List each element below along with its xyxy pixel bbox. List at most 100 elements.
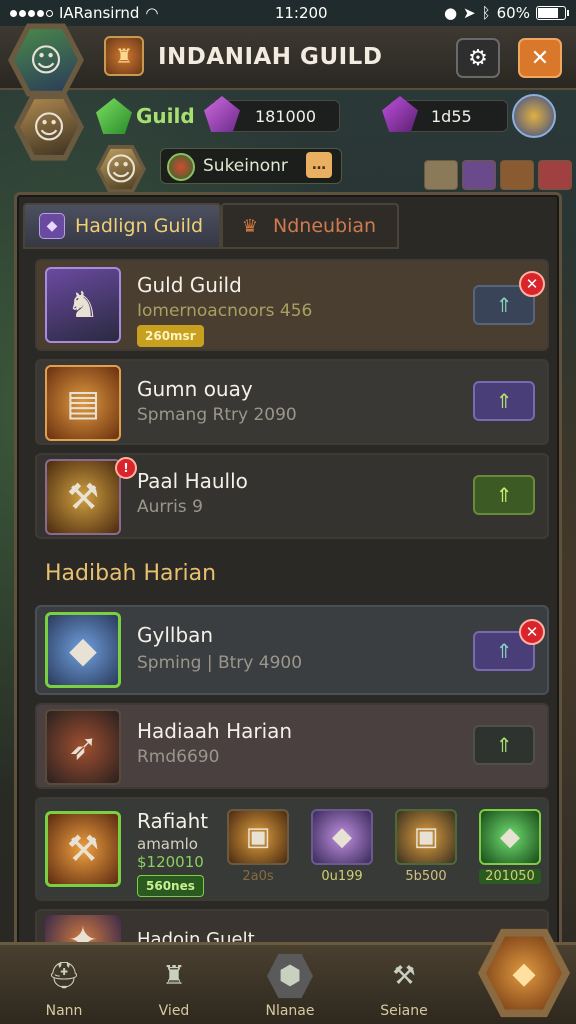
arrow-up-icon: ⇑ xyxy=(495,483,513,507)
close-icon: ✕ xyxy=(525,623,539,641)
reward-item-value: 2a0s xyxy=(242,869,274,884)
chip-label: Sukeinonr xyxy=(203,156,288,176)
nav-item-vied[interactable]: ♜ Vied xyxy=(134,953,214,1019)
scroll-icon[interactable] xyxy=(424,160,458,190)
tab-label: Ndneubian xyxy=(273,215,377,237)
reward-item[interactable]: ▣ 5b500 xyxy=(395,809,457,884)
nav-label: Nann xyxy=(45,1003,83,1019)
list-item[interactable]: ♞ Guld Guild Iomernoacnoors 456 260msr ⇑… xyxy=(35,259,549,351)
claim-button[interactable]: ⇑ xyxy=(473,381,535,421)
emerald-icon: ◆ xyxy=(479,809,541,865)
guild-tab-icon: ◆ xyxy=(39,213,65,239)
lock-icon: ● xyxy=(443,4,458,22)
clock: 11:200 xyxy=(274,4,328,22)
item-subtitle: Spmang Rtry 2090 xyxy=(137,405,297,425)
remove-badge[interactable]: ✕ xyxy=(519,271,545,297)
treasure-chest-icon: ▣ xyxy=(227,809,289,865)
alert-badge: ! xyxy=(115,457,137,479)
leader-portrait-icon: ☺ xyxy=(20,99,78,155)
nav-item-nann[interactable]: ⛑ Nann xyxy=(24,953,104,1019)
claim-button[interactable]: ⇑ xyxy=(473,475,535,515)
section-title: Hadibah Harian xyxy=(45,561,217,586)
member-portrait-icon: ☺ xyxy=(100,148,142,190)
item-subtitle: Rmd6690 xyxy=(137,747,220,767)
arrow-up-icon: ⇑ xyxy=(495,389,513,413)
loot-chest-icon: ▣ xyxy=(395,809,457,865)
item-name: Paal Haullo xyxy=(137,469,248,493)
tab-bar: ◆ Hadlign Guild ♛ Ndneubian xyxy=(23,203,553,249)
guild-label: Guild xyxy=(136,104,195,128)
bottom-nav: ⛑ Nann ♜ Vied ⬢ Nlanae ⚒ Seiane ◆ xyxy=(0,928,576,1024)
battery-icon xyxy=(535,6,569,20)
list-item[interactable]: ➶ Hadiaah Harian Rmd6690 ⇑ xyxy=(35,703,549,789)
player-portrait-icon: ☺ xyxy=(14,29,78,91)
item-name: Guld Guild xyxy=(137,273,242,297)
golden-hammer-icon: ⚒ xyxy=(45,811,121,887)
signal-icon xyxy=(10,9,53,17)
item-subtitle: Aurris 9 xyxy=(137,497,203,517)
tab-label: Hadlign Guild xyxy=(75,215,204,237)
item-subtitle: Spming | Btry 4900 xyxy=(137,653,303,673)
reward-item-value: 5b500 xyxy=(405,869,447,884)
reward-item[interactable]: ▣ 2a0s xyxy=(227,809,289,884)
item-name: Gumn ouay xyxy=(137,377,253,401)
status-bar: IARansirnd ◠ 11:200 ● ➤ ᛒ 60% xyxy=(0,0,576,26)
reward-row[interactable]: ⚒ Rafiaht amamlo $120010 560nes ▣ 2a0s ◆… xyxy=(35,797,549,901)
helmet-icon: ⛑ xyxy=(47,961,81,991)
battery-percent: 60% xyxy=(496,4,530,22)
nav-item-seiane[interactable]: ⚒ Seiane xyxy=(364,953,444,1019)
reward-item[interactable]: ◆ 201050 xyxy=(479,809,541,884)
nav-label: Seiane xyxy=(380,1003,428,1019)
arrow-up-icon: ⇑ xyxy=(495,293,513,317)
gem-emblem-icon: ◆ xyxy=(486,936,562,1010)
arrow-up-icon: ⇑ xyxy=(495,733,513,757)
nav-item-nlanae[interactable]: ⬢ Nlanae xyxy=(250,953,330,1019)
reward-price: $120010 xyxy=(137,853,204,871)
guild-emblem-icon: ♜ xyxy=(104,36,144,76)
knight-icon: ♞ xyxy=(45,267,121,343)
trophy-icon: ♛ xyxy=(241,215,259,237)
book-icon: ▤ xyxy=(45,365,121,441)
reward-item-value: 201050 xyxy=(479,869,541,884)
resource-value-1: 181000 xyxy=(255,106,317,126)
tab-ndneubian[interactable]: ♛ Ndneubian xyxy=(221,203,399,249)
tab-hadlign-guild[interactable]: ◆ Hadlign Guild xyxy=(23,203,221,249)
wifi-icon: ◠ xyxy=(145,4,159,22)
list-item[interactable]: ◆ Gyllban Spming | Btry 4900 ⇑ ✕ xyxy=(35,605,549,695)
banner-icon[interactable] xyxy=(538,160,572,190)
chat-icon[interactable]: … xyxy=(306,152,332,178)
chest-icon[interactable] xyxy=(500,160,534,190)
reward-items: ▣ 2a0s ◆ 0u199 ▣ 5b500 ◆ 201050 xyxy=(227,809,541,884)
list-item[interactable]: ⚒ ! Paal Haullo Aurris 9 ⇑ xyxy=(35,453,549,539)
close-icon: ✕ xyxy=(530,45,550,71)
crystal-icon: ◆ xyxy=(45,612,121,688)
carrier-name: IARansirnd xyxy=(59,4,140,22)
item-subtitle: Iomernoacnoors 456 xyxy=(137,301,313,321)
magic-crystal-icon: ◆ xyxy=(311,809,373,865)
reward-subtitle: amamlo xyxy=(137,835,198,853)
claim-button[interactable]: ⇑ xyxy=(473,725,535,765)
list-item[interactable]: ▤ Gumn ouay Spmang Rtry 2090 ⇑ xyxy=(35,359,549,445)
settings-button[interactable]: ⚙ xyxy=(456,38,500,78)
reward-item[interactable]: ◆ 0u199 xyxy=(311,809,373,884)
arrow-up-icon: ⇑ xyxy=(495,639,513,663)
remove-badge[interactable]: ✕ xyxy=(519,619,545,645)
bluetooth-icon: ᛒ xyxy=(481,4,491,22)
crossbow-icon: ➶ xyxy=(45,709,121,785)
cannon-icon: ⚒ xyxy=(45,459,121,535)
close-button[interactable]: ✕ xyxy=(518,38,562,78)
item-name: Hadiaah Harian xyxy=(137,719,293,743)
item-name: Gyllban xyxy=(137,623,214,647)
shield-icon: ⬢ xyxy=(267,953,313,999)
nav-label: Vied xyxy=(158,1003,190,1019)
item-tag: 260msr xyxy=(137,325,204,347)
quick-items xyxy=(424,160,572,190)
gear-icon: ⚙ xyxy=(468,45,488,71)
location-icon: ➤ xyxy=(463,4,476,22)
close-icon: ✕ xyxy=(525,275,539,293)
potion-icon[interactable] xyxy=(462,160,496,190)
apple-icon xyxy=(167,153,195,181)
guild-panel: ◆ Hadlign Guild ♛ Ndneubian ♞ Guld Guild… xyxy=(14,192,562,952)
tower-icon: ♜ xyxy=(162,961,186,991)
shield-badge-icon[interactable] xyxy=(512,94,556,138)
